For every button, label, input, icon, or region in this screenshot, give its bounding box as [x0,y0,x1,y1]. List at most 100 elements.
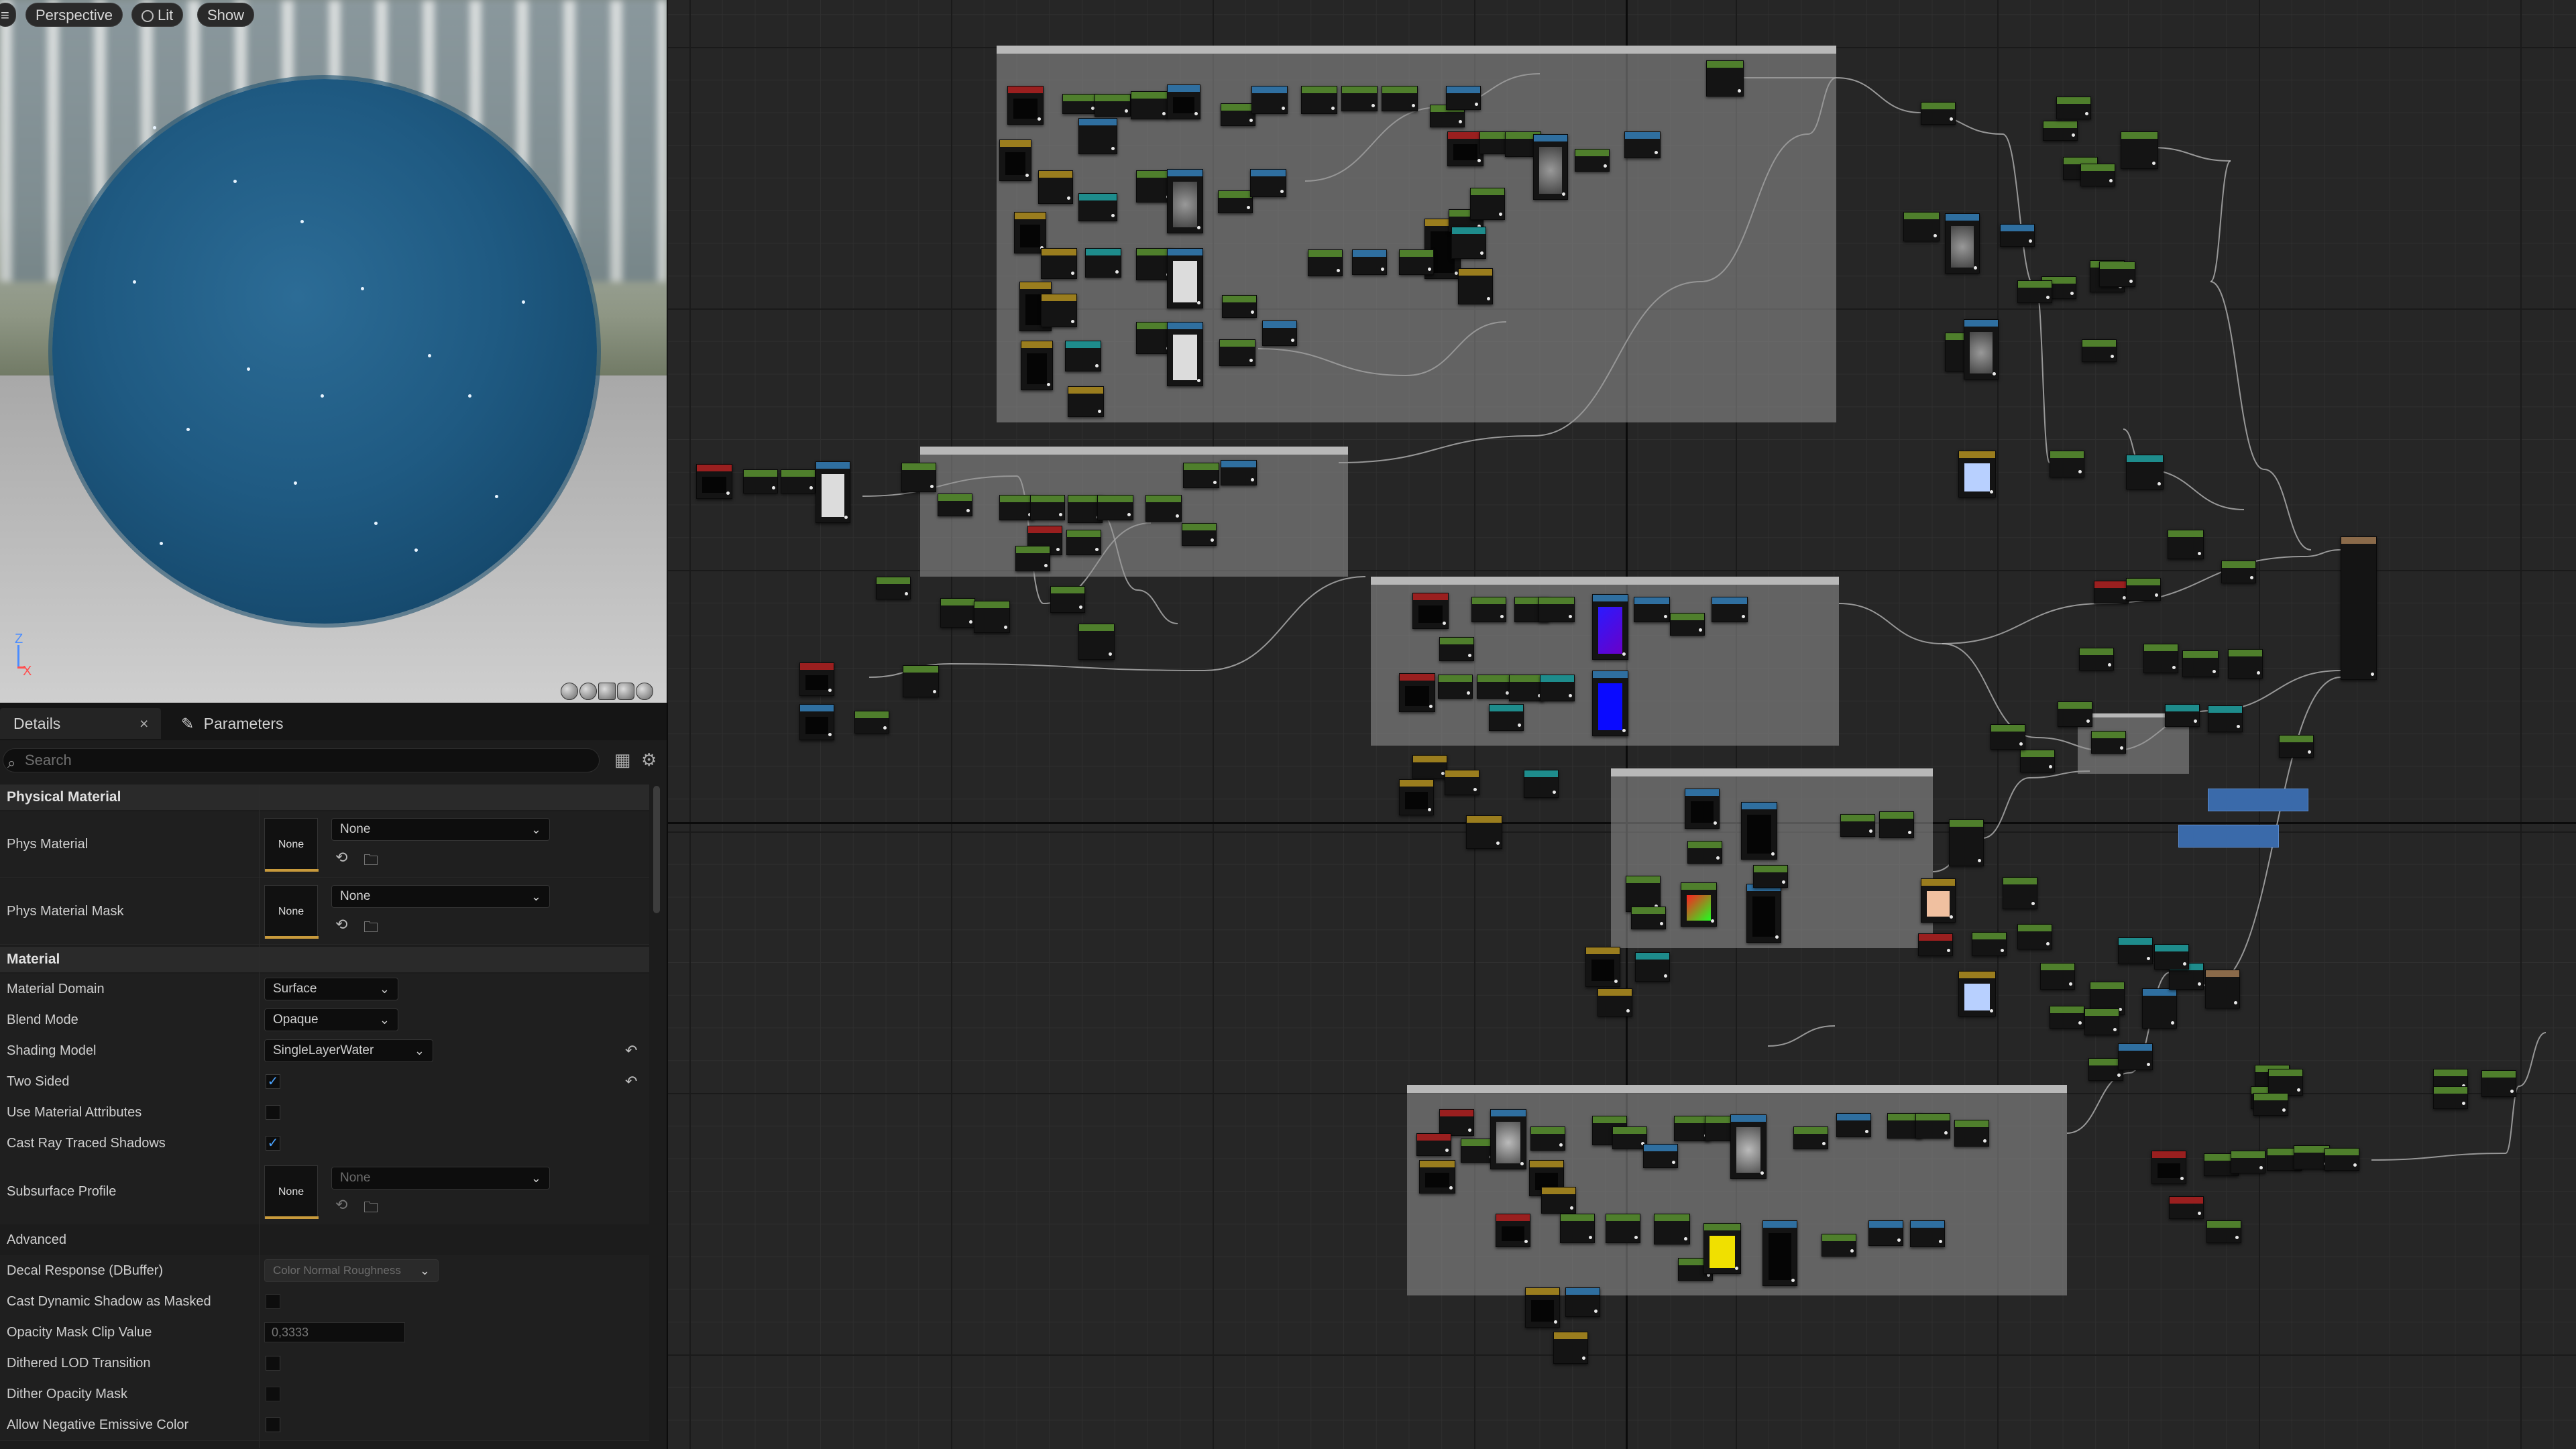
graph-node[interactable] [1167,248,1203,308]
graph-node[interactable] [2279,735,2314,758]
graph-node[interactable] [1964,319,1999,380]
graph-node[interactable] [1399,779,1434,815]
graph-node[interactable] [1218,190,1253,213]
graph-node[interactable] [1068,386,1104,417]
graph-node[interactable] [816,461,850,523]
output-pin[interactable] [1449,1186,1453,1190]
graph-node[interactable] [1399,673,1435,712]
output-pin[interactable] [1711,919,1714,923]
graph-node[interactable] [1496,1214,1530,1247]
output-pin[interactable] [2031,902,2035,905]
reset-to-default-icon[interactable]: ↶ [625,1042,637,1059]
graph-node[interactable] [901,463,936,492]
graph-node[interactable] [1490,1109,1526,1169]
graph-node[interactable] [2228,649,2263,679]
output-pin[interactable] [1071,320,1074,323]
output-pin[interactable] [2237,725,2240,728]
graph-node[interactable] [1066,530,1101,555]
graph-node[interactable] [1949,819,1984,866]
browse-arrow-icon[interactable]: ⟲ [335,849,347,866]
material-ball-icon[interactable] [579,683,597,700]
phys-material-thumbnail[interactable]: None [264,818,319,872]
output-pin[interactable] [1111,147,1115,150]
graph-node[interactable] [2050,451,2084,477]
graph-node[interactable] [1840,814,1875,837]
output-pin[interactable] [2152,162,2155,165]
output-pin[interactable] [905,592,908,595]
output-pin[interactable] [2235,1236,2239,1239]
output-pin[interactable] [1459,120,1462,123]
graph-node[interactable] [1301,86,1337,114]
output-pin[interactable] [1908,831,1911,834]
output-pin[interactable] [1162,112,1166,115]
output-pin[interactable] [844,516,848,519]
output-pin[interactable] [1176,514,1179,518]
output-pin[interactable] [1520,1162,1524,1165]
output-pin[interactable] [726,491,730,495]
output-pin[interactable] [2510,1090,2514,1093]
graph-node[interactable] [2169,1196,2204,1219]
graph-node[interactable] [1631,907,1666,929]
output-pin[interactable] [2029,239,2032,243]
graph-node[interactable] [903,665,939,697]
output-pin[interactable] [2070,292,2074,295]
output-pin[interactable] [1412,104,1415,107]
graph-node[interactable] [2231,1151,2265,1173]
graph-node[interactable] [1972,932,2007,956]
graph-node[interactable] [1793,1126,1828,1149]
graph-node[interactable] [2154,944,2189,970]
graph-node[interactable] [1915,1113,1950,1139]
graph-node[interactable] [2433,1086,2468,1109]
tab-parameters[interactable]: ✎ Parameters [168,708,322,739]
graph-node[interactable] [1489,704,1524,731]
material-graph-canvas[interactable] [668,0,2576,1449]
browse-arrow-icon[interactable]: ⟲ [335,1196,347,1214]
output-pin[interactable] [1111,214,1115,217]
graph-node[interactable] [1041,248,1077,279]
phys-material-mask-dropdown[interactable]: None ⌄ [331,885,550,908]
graph-node[interactable] [1439,1109,1474,1136]
output-pin[interactable] [2019,742,2023,746]
output-pin[interactable] [2155,593,2158,597]
output-pin[interactable] [1934,234,1937,237]
output-pin[interactable] [1499,213,1502,216]
output-pin[interactable] [2198,982,2201,986]
graph-node[interactable] [2325,1148,2359,1171]
output-pin[interactable] [1095,548,1099,551]
graph-node[interactable] [1945,213,1980,274]
shading-model-dropdown[interactable]: SingleLayerWater ⌄ [264,1039,433,1062]
graph-node[interactable] [1703,1223,1741,1274]
graph-node[interactable] [854,711,889,734]
output-pin[interactable] [2147,1063,2150,1066]
output-pin[interactable] [2108,663,2111,666]
graph-node[interactable] [1416,1133,1451,1156]
material-domain-dropdown[interactable]: Surface ⌄ [264,978,398,1000]
graph-node[interactable] [1078,193,1117,221]
output-pin[interactable] [1059,513,1062,516]
output-pin[interactable] [1714,821,1717,825]
output-pin[interactable] [1251,478,1254,481]
output-pin[interactable] [1480,251,1483,255]
output-pin[interactable] [1194,112,1198,115]
close-icon[interactable]: × [139,708,148,739]
graph-node[interactable] [1958,451,1996,498]
dither-opacity-mask-checkbox[interactable] [266,1387,280,1401]
graph-node[interactable] [696,464,732,499]
graph-node[interactable] [1822,1234,1856,1257]
graph-node[interactable] [2043,121,2078,141]
output-pin[interactable] [1589,1236,1592,1239]
graph-node[interactable] [1007,86,1044,125]
graph-node[interactable] [1879,811,1914,838]
graph-node[interactable] [2143,644,2178,673]
output-pin[interactable] [1990,1009,1993,1012]
graph-node[interactable] [1712,597,1748,622]
output-pin[interactable] [1983,1139,1986,1143]
tab-details[interactable]: Details × [0,708,161,739]
graph-node[interactable] [876,577,911,599]
graph-node[interactable] [1308,249,1343,276]
output-pin[interactable] [2111,355,2114,358]
graph-node[interactable] [2268,1069,2303,1096]
graph-node[interactable] [2094,581,2129,603]
output-pin[interactable] [1775,935,1779,939]
output-pin[interactable] [1004,626,1007,629]
